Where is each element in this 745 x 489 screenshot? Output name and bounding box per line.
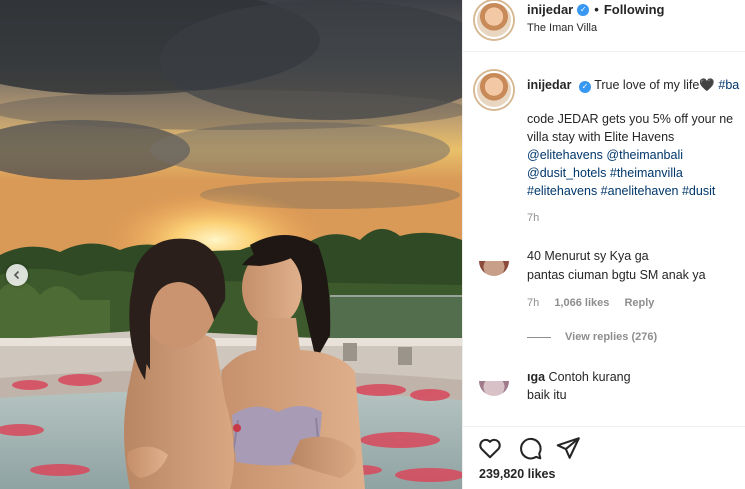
following-button[interactable]: Following: [604, 2, 665, 17]
comment-likes[interactable]: 1,066 likes: [554, 297, 609, 309]
comment-username[interactable]: ıga: [527, 370, 545, 384]
avatar[interactable]: [475, 71, 513, 109]
comment-bubble-icon: [520, 437, 542, 460]
hashtag-link[interactable]: #ba: [718, 78, 739, 92]
comment-text: 40 Menurut sy Kya ga pantas ciuman bgtu …: [527, 247, 737, 285]
view-replies-button[interactable]: View replies (276): [527, 331, 657, 343]
comment-text-line: 40 Menurut sy Kya ga: [527, 249, 649, 263]
comment-text-line: baik itu: [527, 388, 567, 402]
view-replies-dash: [527, 336, 551, 338]
likes-count[interactable]: 239,820 likes: [479, 467, 555, 481]
caption-timestamp: 7h: [527, 212, 540, 224]
caption-mentions-line[interactable]: @dusit_hotels #theimanvilla: [527, 164, 742, 182]
carousel-prev-button[interactable]: [6, 264, 28, 286]
share-button[interactable]: [555, 435, 581, 461]
comment-meta: 7h 1,066 likes Reply: [527, 297, 666, 309]
comment-text: ıga Contoh kurang baik itu: [527, 368, 737, 404]
caption-hashtags-line[interactable]: #elitehavens #anelitehaven #dusit: [527, 182, 742, 200]
comment-button[interactable]: [517, 435, 543, 461]
caption-line: code JEDAR gets you 5% off your ne: [527, 112, 734, 126]
caption-mentions-line[interactable]: @elitehavens @theimanbali: [527, 146, 742, 164]
caption-line: villa stay with Elite Havens: [527, 130, 675, 144]
location-link[interactable]: The Iman Villa: [527, 22, 597, 34]
chevron-left-icon: [13, 270, 20, 280]
comment-time: 7h: [527, 297, 540, 309]
caption-body: code JEDAR gets you 5% off your ne villa…: [527, 110, 742, 200]
reply-button[interactable]: Reply: [624, 297, 654, 309]
post-header: inijedar ✓ • Following The Iman Villa: [463, 0, 745, 52]
comment-text-line: pantas ciuman bgtu SM anak ya: [527, 268, 706, 282]
post-actions: 239,820 likes: [463, 426, 745, 489]
comment-avatar[interactable]: [479, 381, 509, 396]
caption-first-line: inijedar ✓ True love of my life🖤 #ba: [527, 78, 739, 93]
heart-icon: [479, 438, 501, 459]
verified-badge-icon: ✓: [578, 80, 591, 93]
separator-dot: •: [594, 2, 599, 17]
username-link[interactable]: inijedar: [527, 2, 573, 17]
caption-text: True love of my life🖤: [594, 78, 715, 92]
post-side-panel: inijedar ✓ • Following The Iman Villa in…: [462, 0, 745, 489]
comment-avatar[interactable]: [479, 261, 509, 276]
avatar[interactable]: [475, 1, 513, 39]
post-image: [0, 0, 462, 489]
like-button[interactable]: [477, 435, 503, 461]
view-replies-label: View replies (276): [565, 331, 658, 343]
paper-plane-icon: [556, 437, 580, 459]
verified-badge-icon: ✓: [577, 3, 590, 16]
caption-username[interactable]: inijedar: [527, 78, 571, 92]
post-photo[interactable]: [0, 0, 462, 489]
header-title-row: inijedar ✓ • Following: [527, 2, 664, 17]
comment-text-line: Contoh kurang: [548, 370, 631, 384]
